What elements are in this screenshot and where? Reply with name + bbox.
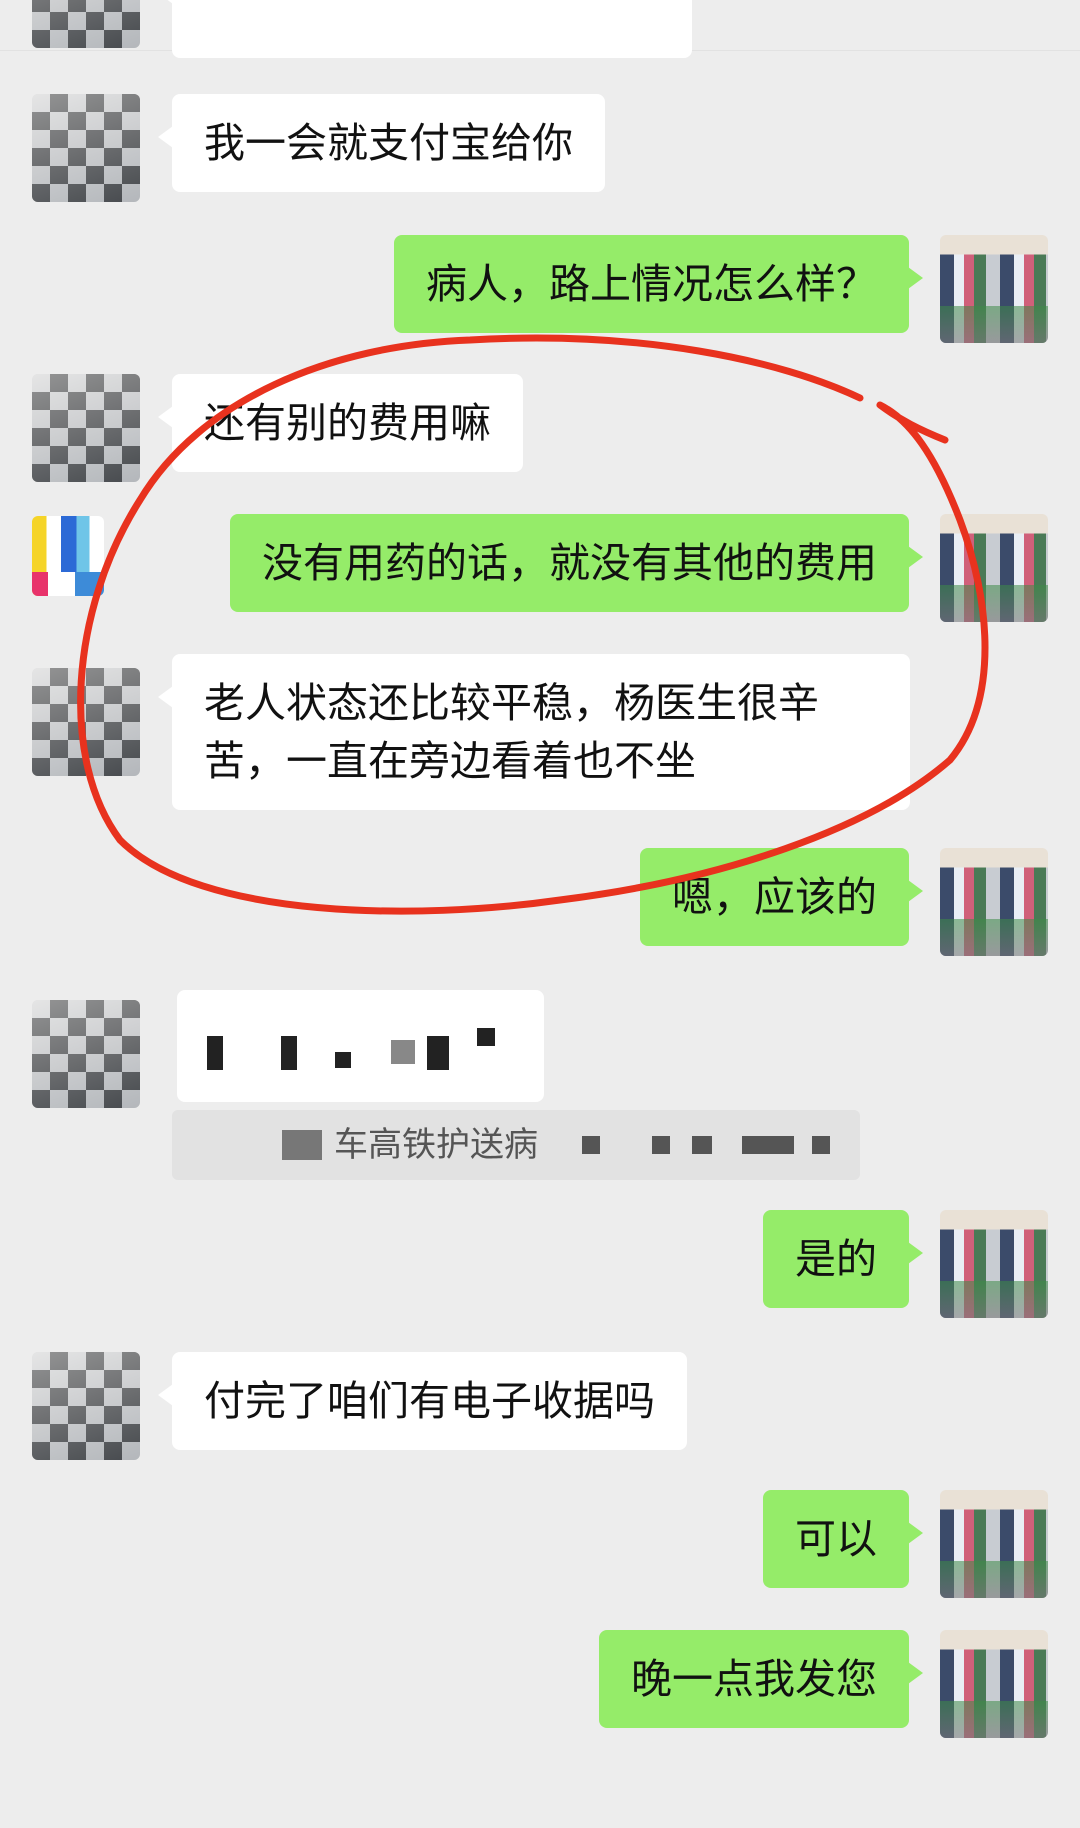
quoted-message[interactable]: 车高铁护送病 <box>172 1110 860 1180</box>
message-text: 可以 <box>795 1515 877 1563</box>
message-text: 嗯，应该的 <box>672 873 877 921</box>
avatar-other[interactable] <box>32 374 140 482</box>
avatar-color <box>32 516 104 596</box>
message-text: 付完了咱们有电子收据吗 <box>204 1377 655 1425</box>
message-bubble-outgoing[interactable]: 是的 <box>763 1210 923 1308</box>
message-bubble-incoming[interactable]: 付完了咱们有电子收据吗 <box>158 1352 687 1450</box>
message-text: 老人状态还比较平稳，杨医生很辛苦，一直在旁边看着也不坐 <box>204 679 819 785</box>
message-text: 是的 <box>795 1235 877 1283</box>
message-bubble-incoming[interactable]: 还有别的费用嘛 <box>158 374 523 472</box>
avatar-self[interactable] <box>940 514 1048 622</box>
avatar-self[interactable] <box>940 848 1048 956</box>
quoted-text: 车高铁护送病 <box>334 1125 538 1165</box>
avatar-self[interactable] <box>940 1630 1048 1738</box>
message-text: 还有别的费用嘛 <box>204 399 491 447</box>
message-bubble-outgoing[interactable]: 没有用药的话，就没有其他的费用 <box>230 514 923 612</box>
message-bubble-incoming[interactable]: 我一会就支付宝给你 <box>158 94 605 192</box>
message-bubble-outgoing[interactable]: 病人，路上情况怎么样？ <box>394 235 923 333</box>
message-text: 我一会就支付宝给你 <box>204 119 573 167</box>
avatar-self[interactable] <box>940 235 1048 343</box>
message-bubble-outgoing[interactable]: 嗯，应该的 <box>640 848 923 946</box>
avatar-other[interactable] <box>32 0 140 48</box>
avatar-other[interactable] <box>32 1352 140 1460</box>
avatar-other[interactable] <box>32 1000 140 1108</box>
message-text: 晚一点我发您 <box>631 1655 877 1703</box>
message-bubble-incoming <box>158 0 692 58</box>
message-bubble-incoming[interactable]: 老人状态还比较平稳，杨医生很辛苦，一直在旁边看着也不坐 <box>158 654 910 810</box>
avatar-self[interactable] <box>940 1490 1048 1598</box>
avatar-other[interactable] <box>32 668 140 776</box>
message-bubble-outgoing[interactable]: 可以 <box>763 1490 923 1588</box>
message-text: 病人，路上情况怎么样？ <box>426 260 877 308</box>
avatar-self[interactable] <box>940 1210 1048 1318</box>
redacted-message[interactable] <box>177 990 544 1102</box>
message-bubble-outgoing[interactable]: 晚一点我发您 <box>599 1630 923 1728</box>
message-text: 没有用药的话，就没有其他的费用 <box>262 539 877 587</box>
avatar-other[interactable] <box>32 94 140 202</box>
